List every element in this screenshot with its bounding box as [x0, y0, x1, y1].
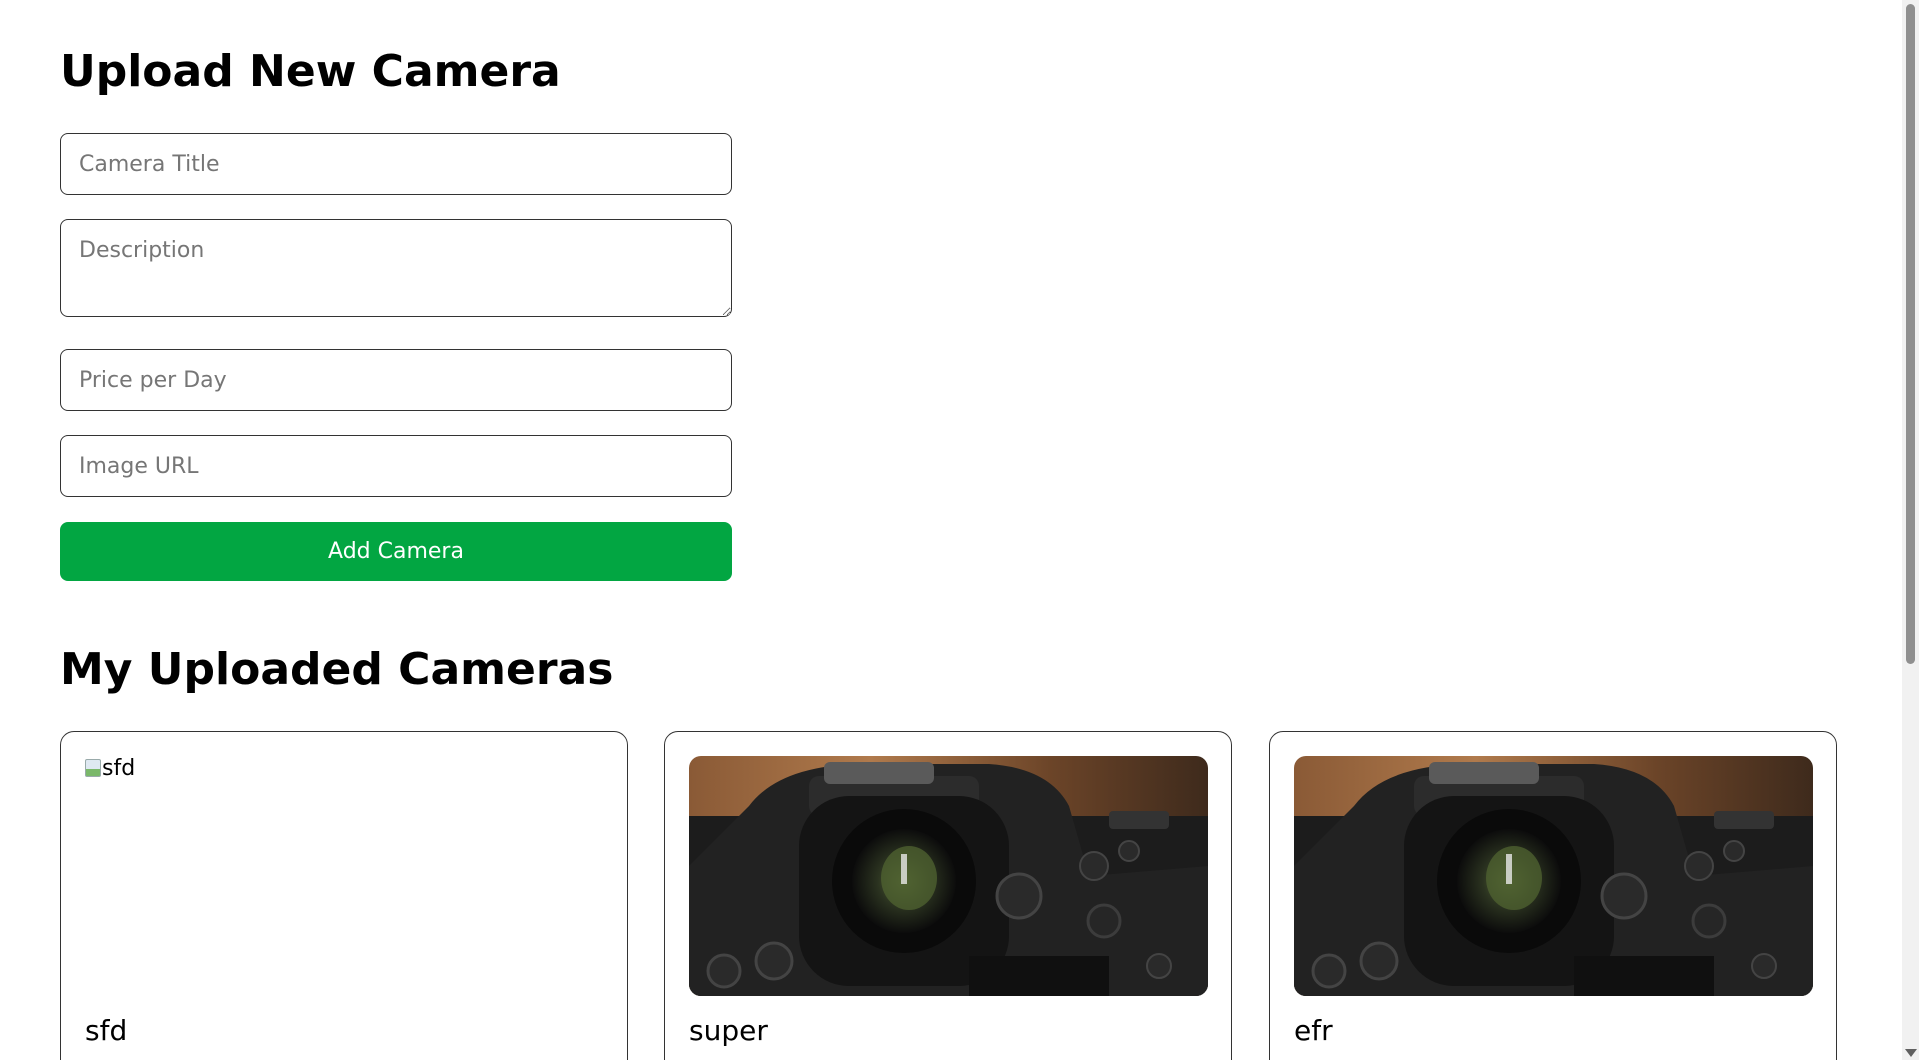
upload-heading: Upload New Camera: [60, 46, 561, 97]
camera-card[interactable]: sfd sfd: [60, 731, 628, 1060]
page: Upload New Camera Add Camera My Uploaded…: [0, 0, 1919, 1060]
camera-title-input[interactable]: [60, 133, 732, 195]
price-per-day-input[interactable]: [60, 349, 732, 411]
camera-image: [1294, 756, 1813, 996]
camera-card-title: super: [689, 1014, 768, 1047]
my-cameras-heading: My Uploaded Cameras: [60, 644, 614, 695]
scrollbar-thumb[interactable]: [1906, 4, 1915, 664]
camera-card[interactable]: efr: [1269, 731, 1837, 1060]
camera-card[interactable]: super: [664, 731, 1232, 1060]
scroll-down-arrow-icon[interactable]: [1905, 1049, 1917, 1057]
camera-card-title: sfd: [85, 1014, 128, 1047]
broken-image-icon: [85, 759, 101, 777]
camera-card-title: efr: [1294, 1014, 1333, 1047]
image-alt-text: sfd: [102, 756, 136, 781]
description-textarea[interactable]: [60, 219, 732, 317]
image-url-input[interactable]: [60, 435, 732, 497]
broken-image-placeholder: sfd: [85, 756, 604, 996]
page-scrollbar[interactable]: [1902, 0, 1919, 1060]
camera-image: [689, 756, 1208, 996]
camera-card-list: sfd sfd super efr: [60, 731, 1840, 1060]
add-camera-button[interactable]: Add Camera: [60, 522, 732, 581]
